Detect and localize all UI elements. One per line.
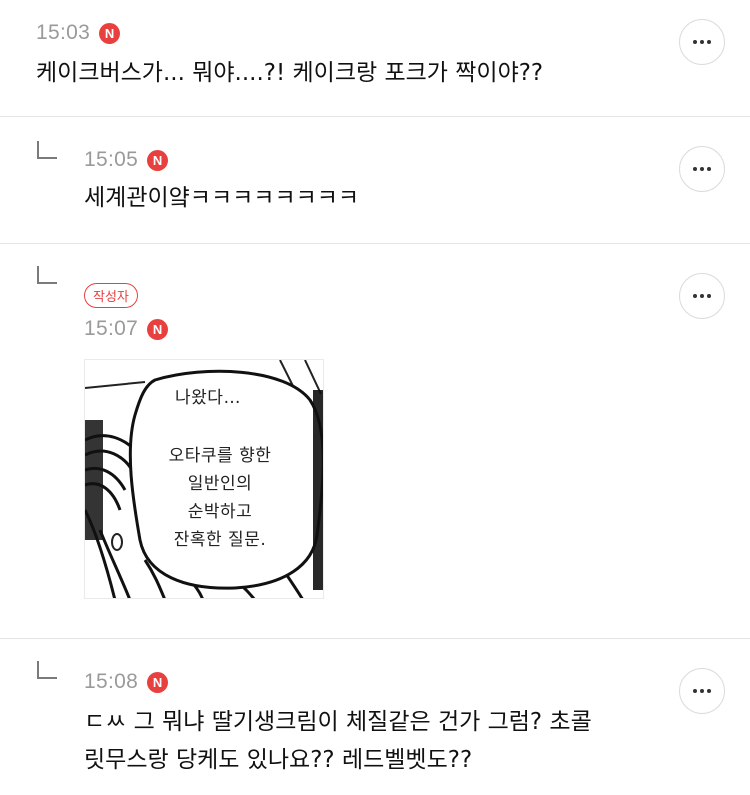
comment-text-line: 릿무스랑 당케도 있나요?? 레드벨벳도?? <box>84 747 473 773</box>
more-options-button[interactable] <box>679 273 725 319</box>
reply-arrow-icon <box>37 141 57 159</box>
comment-meta: 15:03 N <box>36 21 121 45</box>
reply-comment: 15:05 N 세계관이얔ㅋㅋㅋㅋㅋㅋㅋㅋ <box>0 117 750 244</box>
comment-meta: 15:08 N <box>84 670 169 694</box>
more-options-button[interactable] <box>679 19 725 65</box>
manga-text-line: 잔혹한 질문. <box>173 530 267 550</box>
comment: 15:03 N 케이크버스가... 뭐야....?! 케이크랑 포크가 짝이야?… <box>0 0 750 117</box>
more-horizontal-icon <box>693 167 697 171</box>
new-badge-icon: N <box>99 22 121 44</box>
reply-arrow-icon <box>37 266 57 284</box>
more-options-button[interactable] <box>679 668 725 714</box>
manga-text-line: 일반인의 <box>187 474 253 494</box>
reply-arrow-icon <box>37 661 57 679</box>
comment-image[interactable]: 나왔다… 오타쿠를 향한 일반인의 순박하고 잔혹한 질문. <box>84 359 324 599</box>
comment-time: 15:08 <box>84 670 139 693</box>
more-horizontal-icon <box>693 689 697 693</box>
comment-text: 케이크버스가... 뭐야....?! 케이크랑 포크가 짝이야?? <box>36 60 544 86</box>
comment-time: 15:03 <box>36 21 91 44</box>
comment-text-line: ㄷㅆ 그 뭐냐 딸기생크림이 체질같은 건가 그럼? 초콜 <box>84 709 592 735</box>
new-badge-icon: N <box>147 149 169 171</box>
comment-time: 15:05 <box>84 148 139 171</box>
manga-text-line: 순박하고 <box>187 502 253 522</box>
more-options-button[interactable] <box>679 146 725 192</box>
comment-text: 세계관이얔ㅋㅋㅋㅋㅋㅋㅋㅋ <box>84 185 360 211</box>
manga-text-line: 나왔다… <box>175 388 241 408</box>
comment-meta: 15:05 N <box>84 148 169 172</box>
more-horizontal-icon <box>693 40 697 44</box>
new-badge-icon: N <box>147 671 169 693</box>
manga-text-line: 오타쿠를 향한 <box>168 446 272 466</box>
more-horizontal-icon <box>693 294 697 298</box>
comment-meta: 15:07 N <box>84 317 169 341</box>
comment-time: 15:07 <box>84 317 139 340</box>
author-badge: 작성자 <box>84 283 138 308</box>
new-badge-icon: N <box>147 318 169 340</box>
reply-comment: 15:08 N ㄷㅆ 그 뭐냐 딸기생크림이 체질같은 건가 그럼? 초콜 릿무… <box>0 639 750 795</box>
